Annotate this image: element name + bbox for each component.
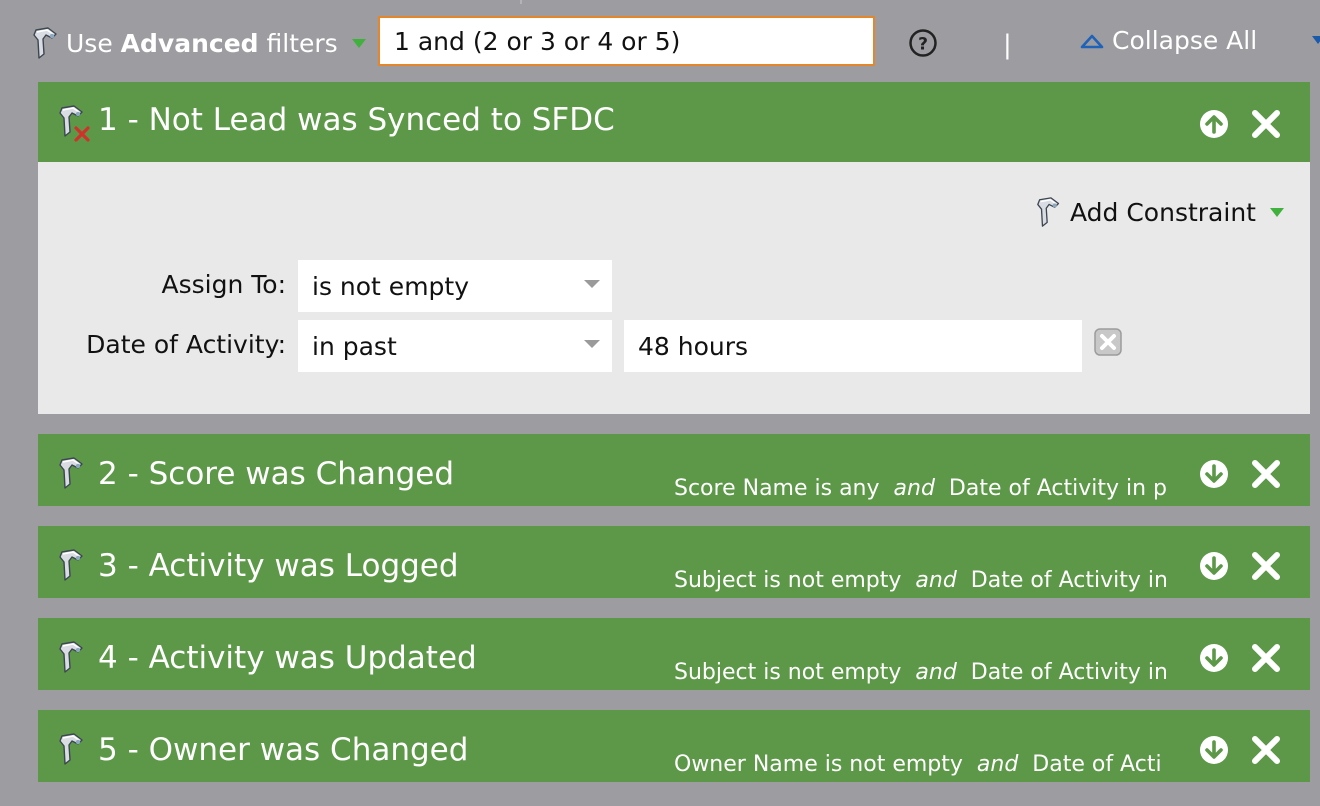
close-icon[interactable] [1250,550,1282,582]
arrow-down-circle-icon[interactable] [1198,734,1230,766]
filter-toolbar: Use Advanced filters ? | Collapse All [0,0,1320,84]
use-label: Use [66,28,113,58]
toolbar-separator: | [1003,30,1012,60]
add-constraint-menu[interactable]: Add Constraint [1034,196,1284,228]
overflow-arrow-icon[interactable] [1312,36,1320,44]
constraint-label-assign-to: Assign To: [161,270,287,299]
filter-summary: Subject is not empty and Date of Activit… [674,660,1166,685]
advanced-label: Advanced [120,28,259,58]
filter-card-5: 5 - Owner was Changed Owner Name is not … [38,710,1310,782]
svg-text:?: ? [918,35,928,55]
filter-summary: Owner Name is not empty and Date of Acti [674,752,1162,777]
filter-header-5[interactable]: 5 - Owner was Changed Owner Name is not … [38,710,1310,782]
dropdown-arrow-icon [1269,207,1284,217]
filter-title: 4 - Activity was Updated [98,640,477,676]
constraint-label-date-of-activity: Date of Activity: [86,330,286,359]
close-icon[interactable] [1250,458,1282,490]
filter-logic-input[interactable] [378,16,875,66]
funnel-wand-icon [59,641,83,673]
filter-card-1: 1 - Not Lead was Synced to SFDC Add Cons… [38,82,1310,414]
chevron-down-icon [584,340,600,348]
filter-title: 1 - Not Lead was Synced to SFDC [98,102,615,138]
collapse-all-label: Collapse All [1112,26,1258,55]
filter-header-1[interactable]: 1 - Not Lead was Synced to SFDC [38,82,1310,162]
funnel-wand-icon [1037,197,1060,227]
filter-title: 5 - Owner was Changed [98,732,469,768]
funnel-wand-icon [59,733,83,765]
filter-card-3: 3 - Activity was Logged Subject is not e… [38,526,1310,598]
select-value: is not empty [312,271,470,301]
filter-title: 2 - Score was Changed [98,456,455,492]
collapse-all-button[interactable]: Collapse All [1080,26,1257,55]
delete-box-icon[interactable] [1094,328,1122,356]
filter-body-1: Add Constraint Assign To: is not empty D… [38,162,1310,414]
funnel-wand-icon [59,549,83,581]
arrow-up-circle-icon[interactable] [1198,108,1230,140]
chevron-down-icon [584,280,600,288]
dropdown-arrow-icon [351,38,366,48]
filter-title: 3 - Activity was Logged [98,548,459,584]
filter-header-3[interactable]: 3 - Activity was Logged Subject is not e… [38,526,1310,598]
arrow-down-circle-icon[interactable] [1198,642,1230,674]
field-value: 48 hours [638,331,749,361]
help-circle-icon[interactable]: ? [908,28,938,58]
arrow-down-circle-icon[interactable] [1198,550,1230,582]
arrow-down-circle-icon[interactable] [1198,458,1230,490]
triangle-up-icon [1080,34,1104,48]
filter-card-2: 2 - Score was Changed Score Name is any … [38,434,1310,506]
funnel-wand-x-icon [59,105,90,142]
add-constraint-label: Add Constraint [1070,197,1256,227]
date-of-activity-operator-select[interactable]: in past [298,320,612,372]
close-icon[interactable] [1250,108,1282,140]
filters-label: filters [266,28,338,58]
filter-card-4: 4 - Activity was Updated Subject is not … [38,618,1310,690]
date-of-activity-value-field[interactable]: 48 hours [624,320,1082,372]
funnel-wand-icon [33,27,57,59]
close-icon[interactable] [1250,734,1282,766]
filter-summary: Score Name is any and Date of Activity i… [674,476,1166,501]
filter-header-4[interactable]: 4 - Activity was Updated Subject is not … [38,618,1310,690]
close-icon[interactable] [1250,642,1282,674]
select-value: in past [312,331,397,361]
use-advanced-filters-menu[interactable]: Use Advanced filters [30,26,366,60]
funnel-wand-icon [59,457,83,489]
filter-header-2[interactable]: 2 - Score was Changed Score Name is any … [38,434,1310,506]
filter-summary: Subject is not empty and Date of Activit… [674,568,1166,593]
assign-to-operator-select[interactable]: is not empty [298,260,612,312]
